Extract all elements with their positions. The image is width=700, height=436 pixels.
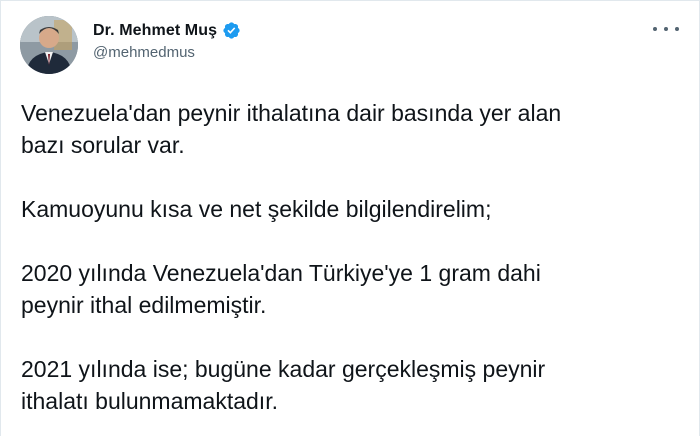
more-dot bbox=[664, 27, 668, 31]
author-handle[interactable]: @mehmedmus bbox=[93, 44, 241, 61]
tweet-paragraph: 2021 yılında ise; bugüne kadar gerçekleş… bbox=[21, 356, 546, 414]
tweet-paragraph: Venezuela'dan peynir ithalatına dair bas… bbox=[21, 100, 562, 158]
more-dot bbox=[675, 27, 679, 31]
tweet-author: Dr. Mehmet Muş @mehmedmus bbox=[93, 21, 241, 61]
author-name[interactable]: Dr. Mehmet Muş bbox=[93, 22, 217, 40]
tweet-text: Venezuela'dan peynir ithalatına dair bas… bbox=[21, 97, 681, 417]
more-dot bbox=[653, 27, 657, 31]
tweet-paragraph: 2020 yılında Venezuela'dan Türkiye'ye 1 … bbox=[21, 260, 541, 318]
verified-badge-icon bbox=[223, 22, 240, 39]
profile-photo bbox=[20, 16, 78, 74]
more-options-icon[interactable] bbox=[653, 21, 679, 37]
avatar[interactable] bbox=[20, 16, 78, 74]
tweet-card: Dr. Mehmet Muş @mehmedmus Venezuela'dan … bbox=[0, 0, 700, 436]
tweet-paragraph: Kamuoyunu kısa ve net şekilde bilgilendi… bbox=[21, 196, 492, 222]
